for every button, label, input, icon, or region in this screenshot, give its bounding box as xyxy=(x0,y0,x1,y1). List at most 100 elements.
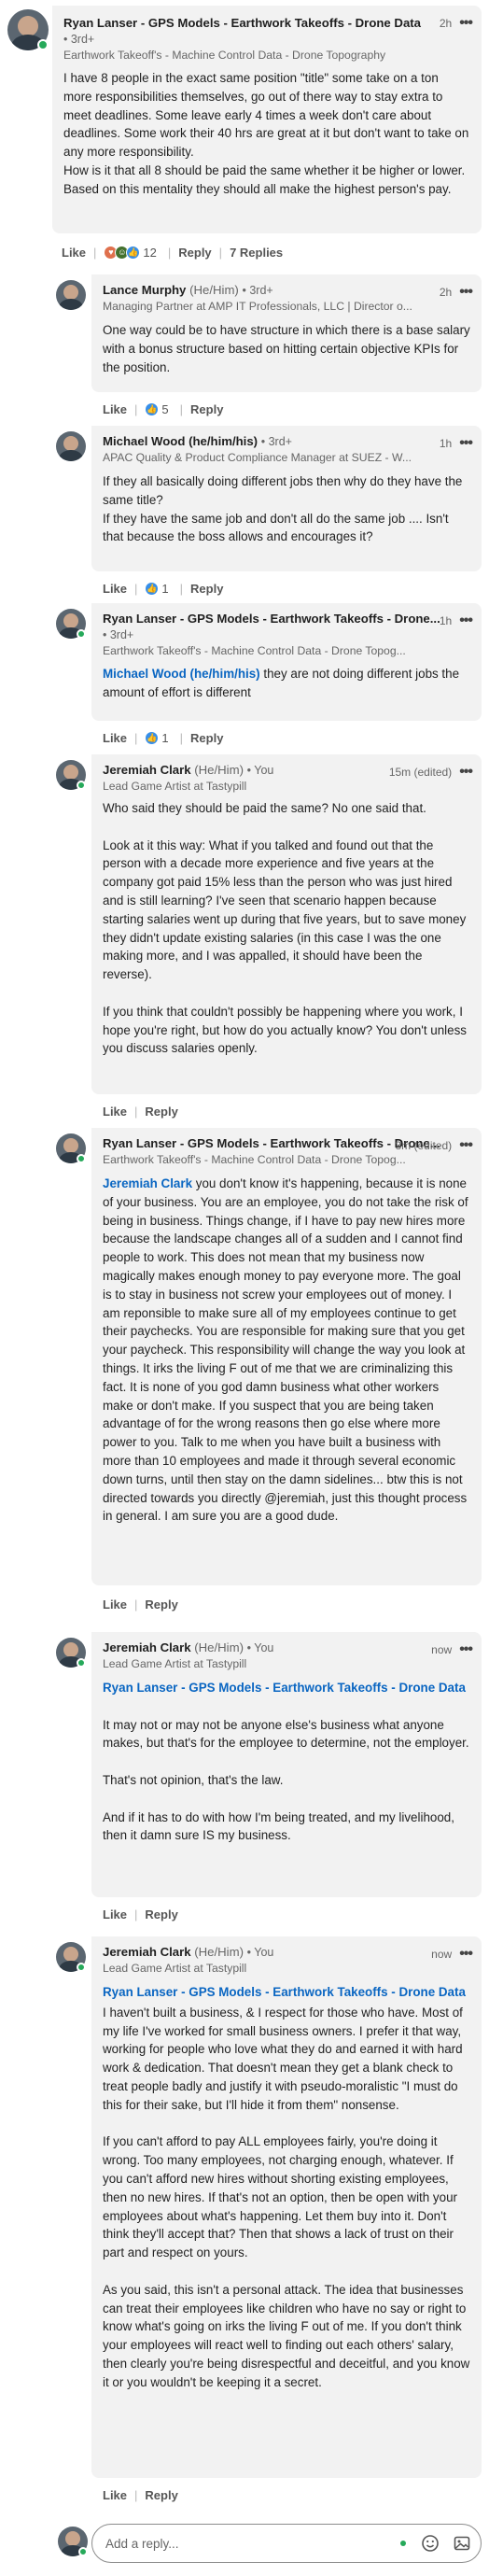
author-name[interactable]: Lance Murphy xyxy=(103,283,186,297)
author-name[interactable]: Jeremiah Clark xyxy=(103,1945,191,1959)
author-name[interactable]: Michael Wood (he/him/his) xyxy=(103,434,258,448)
more-options-icon[interactable]: ••• xyxy=(459,765,473,780)
reactions-summary[interactable]: 👍 1 xyxy=(145,581,169,596)
replies-count-link[interactable]: 7 Replies xyxy=(230,246,283,260)
online-status-icon xyxy=(77,1658,86,1668)
reply-input[interactable]: Add a reply... xyxy=(91,2524,482,2563)
reply-button[interactable]: Reply xyxy=(178,246,211,260)
reply-button[interactable]: Reply xyxy=(145,1105,177,1119)
author-headline: Lead Game Artist at Tastypill xyxy=(103,1657,247,1670)
reaction-count: 5 xyxy=(161,401,169,416)
reply-comment: Ryan Lanser - GPS Models - Earthwork Tak… xyxy=(0,599,489,751)
author-name[interactable]: Jeremiah Clark xyxy=(103,763,191,777)
author-pronouns: (He/Him) xyxy=(189,283,239,297)
reply-comment: Michael Wood (he/him/his) • 3rd+ APAC Qu… xyxy=(0,422,489,599)
like-button[interactable]: Like xyxy=(103,1598,127,1612)
comment-bubble: Ryan Lanser - GPS Models - Earthwork Tak… xyxy=(91,1128,482,1585)
more-options-icon[interactable]: ••• xyxy=(459,285,473,300)
comment-paragraph: And if it has to do with how I'm being t… xyxy=(103,1809,454,1843)
more-options-icon[interactable]: ••• xyxy=(459,613,473,628)
image-icon[interactable] xyxy=(449,2530,475,2556)
like-button[interactable]: Like xyxy=(103,1105,127,1119)
more-options-icon[interactable]: ••• xyxy=(459,16,473,31)
comment-paragraph: It may not or may not be anyone else's b… xyxy=(103,1717,469,1751)
comment-thread: Ryan Lanser - GPS Models - Earthwork Tak… xyxy=(0,0,489,2576)
comment-bubble: Jeremiah Clark (He/Him) • You Lead Game … xyxy=(91,1632,482,1897)
author-headline: Earthwork Takeoff's - Machine Control Da… xyxy=(103,1153,406,1166)
author-name-line[interactable]: Ryan Lanser - GPS Models - Earthwork Tak… xyxy=(63,15,470,32)
comment-body: Ryan Lanser - GPS Models - Earthwork Tak… xyxy=(103,1983,470,2392)
reply-button[interactable]: Reply xyxy=(145,1907,177,1921)
emoji-icon[interactable] xyxy=(417,2530,443,2556)
like-reaction-icon: 👍 xyxy=(145,730,160,745)
author-pronouns: (He/Him) xyxy=(194,763,244,777)
mention-link[interactable]: Michael Wood (he/him/his) xyxy=(103,667,260,681)
online-status-icon xyxy=(37,39,49,50)
comment-body: Who said they should be paid the same? N… xyxy=(103,799,470,1058)
like-button[interactable]: Like xyxy=(103,1907,127,1921)
reply-button[interactable]: Reply xyxy=(190,402,223,416)
like-reaction-icon: 👍 xyxy=(145,581,160,596)
mention-link[interactable]: Jeremiah Clark xyxy=(103,1176,192,1190)
author-headline: Managing Partner at AMP IT Professionals… xyxy=(103,300,412,313)
author-headline: Lead Game Artist at Tastypill xyxy=(103,1962,247,1975)
author-name[interactable]: Ryan Lanser - GPS Models - Earthwork Tak… xyxy=(103,1136,440,1150)
comment-body: If they all basically doing different jo… xyxy=(103,472,470,546)
reply-input-placeholder: Add a reply... xyxy=(105,2536,179,2551)
more-options-icon[interactable]: ••• xyxy=(459,1138,473,1153)
avatar[interactable] xyxy=(56,431,86,461)
timestamp: 1h xyxy=(439,437,453,450)
more-options-icon[interactable]: ••• xyxy=(459,1947,473,1962)
author-pronouns: (He/Him) xyxy=(194,1640,244,1654)
comment-body: Jeremiah Clark you don't know it's happe… xyxy=(103,1175,470,1526)
reply-button[interactable]: Reply xyxy=(145,2488,177,2502)
author-headline: APAC Quality & Product Compliance Manage… xyxy=(103,451,412,464)
reply-button[interactable]: Reply xyxy=(190,731,223,745)
author-name[interactable]: Jeremiah Clark xyxy=(103,1640,191,1654)
mention-link[interactable]: Ryan Lanser - GPS Models - Earthwork Tak… xyxy=(103,1983,470,2002)
author-name[interactable]: Ryan Lanser - GPS Models - Earthwork Tak… xyxy=(103,612,440,626)
like-button[interactable]: Like xyxy=(103,2488,127,2502)
comment-body: I have 8 people in the exact same positi… xyxy=(63,69,470,199)
author-name[interactable]: Ryan Lanser - GPS Models - Earthwork Tak… xyxy=(63,16,421,30)
connection-degree: • 3rd+ xyxy=(103,628,134,641)
reply-comment: Jeremiah Clark (He/Him) • You Lead Game … xyxy=(0,1933,489,2512)
connection-degree: • 3rd+ xyxy=(63,33,95,46)
reply-button[interactable]: Reply xyxy=(190,582,223,596)
timestamp: 1h xyxy=(439,614,453,627)
comment-paragraph: you don't know it's happening, because i… xyxy=(103,1176,468,1524)
like-button[interactable]: Like xyxy=(62,246,86,260)
reaction-count: 1 xyxy=(161,581,169,596)
connection-degree: • You xyxy=(246,1946,274,1959)
comment-paragraph: If you can't afford to pay ALL employees… xyxy=(103,2134,457,2260)
like-button[interactable]: Like xyxy=(103,402,127,416)
timestamp: 2h xyxy=(439,286,453,299)
timestamp: now xyxy=(431,1643,453,1656)
timestamp: 15m (edited) xyxy=(388,766,453,779)
connection-degree: • You xyxy=(246,764,274,777)
reply-button[interactable]: Reply xyxy=(145,1598,177,1612)
mention-link[interactable]: Ryan Lanser - GPS Models - Earthwork Tak… xyxy=(103,1679,470,1697)
comment-paragraph: One way could be to have structure in wh… xyxy=(103,323,470,374)
like-button[interactable]: Like xyxy=(103,582,127,596)
reactions-summary[interactable]: 👍 5 xyxy=(145,401,169,416)
comment-paragraph: That's not opinion, that's the law. xyxy=(103,1772,284,1787)
more-options-icon[interactable]: ••• xyxy=(459,436,473,451)
reactions-summary[interactable]: ♥ ☺ 👍 12 xyxy=(104,245,157,260)
connection-degree: • 3rd+ xyxy=(242,284,273,297)
comment-bubble: Jeremiah Clark (He/Him) • You Lead Game … xyxy=(91,754,482,1094)
avatar[interactable] xyxy=(56,280,86,310)
reply-comment: Jeremiah Clark (He/Him) • You Lead Game … xyxy=(0,751,489,1124)
author-headline: Earthwork Takeoff's - Machine Control Da… xyxy=(63,49,386,62)
reaction-count: 12 xyxy=(143,245,157,260)
more-options-icon[interactable]: ••• xyxy=(459,1642,473,1657)
online-status-icon xyxy=(77,629,86,639)
like-reaction-icon: 👍 xyxy=(145,401,160,416)
online-status-icon xyxy=(77,1963,86,1972)
author-pronouns: (He/Him) xyxy=(194,1945,244,1959)
comment-paragraph: Who said they should be paid the same? N… xyxy=(103,801,426,815)
reactions-summary[interactable]: 👍 1 xyxy=(145,730,169,745)
like-button[interactable]: Like xyxy=(103,731,127,745)
reply-comment: Ryan Lanser - GPS Models - Earthwork Tak… xyxy=(0,1124,489,1628)
comment-body: Michael Wood (he/him/his) they are not d… xyxy=(103,665,470,702)
